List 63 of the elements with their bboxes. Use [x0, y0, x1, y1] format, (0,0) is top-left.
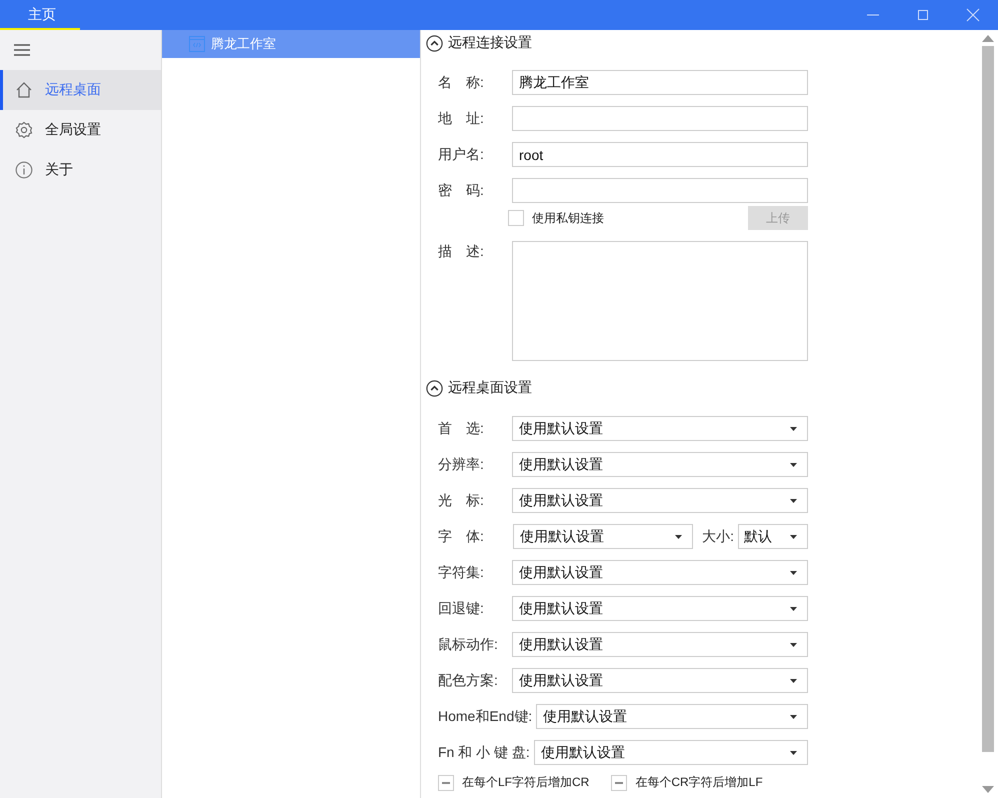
- field-label: Fn 和 小 键 盘:: [438, 744, 531, 762]
- field-label: 鼠标动作:: [438, 636, 499, 654]
- minimize-icon: [867, 14, 879, 16]
- dropdown[interactable]: 使用默认设置: [512, 488, 808, 513]
- option-checkbox[interactable]: 在每个LF字符后增加CR: [438, 774, 590, 791]
- caret-icon: [790, 642, 797, 646]
- field-label: 首 选:: [438, 420, 485, 438]
- input-field[interactable]: root: [512, 142, 808, 167]
- close-icon: [966, 8, 980, 22]
- menu-icon: [14, 44, 30, 56]
- field-label: 字 体:: [438, 528, 485, 546]
- description-field[interactable]: [512, 241, 808, 361]
- sidebar-item[interactable]: 远程桌面: [0, 70, 161, 110]
- field-label: 描 述:: [438, 243, 485, 261]
- settings-icon: [15, 121, 33, 139]
- section-header[interactable]: 远程连接设置: [426, 34, 532, 52]
- dropdown[interactable]: 默认: [738, 524, 808, 549]
- field-label: 字符集:: [438, 564, 485, 582]
- input-field[interactable]: [512, 178, 808, 203]
- dropdown[interactable]: 使用默认设置: [512, 632, 808, 657]
- maximize-icon: [916, 8, 930, 22]
- caret-icon: [790, 714, 797, 718]
- home-icon: [15, 81, 33, 99]
- dropdown[interactable]: 使用默认设置: [512, 560, 808, 585]
- field-label: 分辨率:: [438, 456, 485, 474]
- dropdown[interactable]: 使用默认设置: [534, 740, 808, 765]
- field-label: 用户名:: [438, 146, 485, 164]
- private-key-checkbox[interactable]: 使用私钥连接: [508, 210, 604, 226]
- caret-icon: [790, 570, 797, 574]
- dropdown[interactable]: 使用默认设置: [536, 704, 808, 729]
- caret-icon: [790, 750, 797, 754]
- dropdown[interactable]: 使用默认设置: [512, 452, 808, 477]
- caret-icon: [790, 426, 797, 430]
- field-label: 大小:: [702, 528, 734, 546]
- field-label: 回退键:: [438, 600, 485, 618]
- input-field[interactable]: 腾龙工作室: [512, 70, 808, 95]
- caret-icon: [790, 462, 797, 466]
- info-icon: [15, 161, 33, 179]
- option-checkbox[interactable]: 在每个CR字符后增加LF: [611, 774, 763, 791]
- dropdown[interactable]: 使用默认设置: [512, 668, 808, 693]
- caret-icon: [675, 534, 682, 538]
- sidebar-item[interactable]: 关于: [0, 150, 161, 190]
- caret-icon: [790, 678, 797, 682]
- chevron-icon: [426, 34, 443, 52]
- field-label: 地 址:: [438, 110, 485, 128]
- chevron-icon: [426, 380, 443, 396]
- caret-icon: [790, 534, 797, 538]
- dropdown[interactable]: 使用默认设置: [513, 524, 694, 549]
- field-label: 配色方案:: [438, 672, 499, 690]
- caret-icon: [790, 498, 797, 502]
- scroll-up-icon[interactable]: [982, 35, 994, 42]
- sidebar-item[interactable]: 全局设置: [0, 110, 161, 150]
- field-label: Home和End键:: [438, 708, 534, 726]
- caret-icon: [790, 606, 797, 610]
- dropdown[interactable]: 使用默认设置: [512, 416, 808, 441]
- dropdown[interactable]: 使用默认设置: [512, 596, 808, 621]
- section-header[interactable]: 远程桌面设置: [426, 379, 532, 397]
- field-label: 名 称:: [438, 74, 485, 92]
- scroll-down-icon[interactable]: [982, 786, 994, 793]
- code-window-icon: [189, 36, 205, 52]
- input-field[interactable]: [512, 106, 808, 131]
- field-label: 密 码:: [438, 182, 485, 200]
- field-label: 光 标:: [438, 492, 485, 510]
